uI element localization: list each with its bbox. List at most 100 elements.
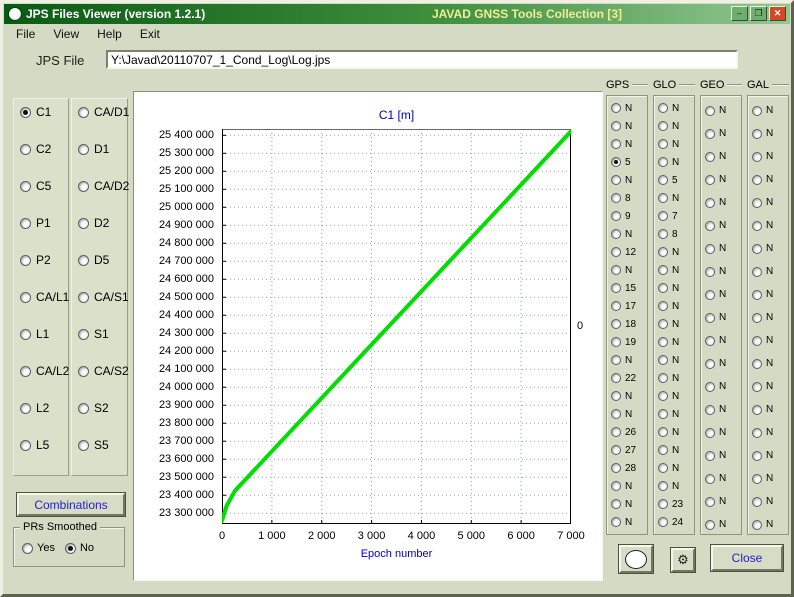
gps-satellite-option[interactable]: 17 [607,297,647,315]
gal-satellite-option[interactable]: N [748,513,788,536]
gps-satellite-option[interactable]: N [607,117,647,135]
glo-satellite-option[interactable]: 7 [654,207,694,225]
gps-satellite-option[interactable]: 22 [607,369,647,387]
gps-satellite-option[interactable]: N [607,261,647,279]
observable-option[interactable]: C1 [20,105,68,142]
glo-satellite-option[interactable]: N [654,405,694,423]
observable-option[interactable]: S5 [78,438,127,475]
close-button[interactable]: Close [711,545,783,571]
observable-option[interactable]: C5 [20,179,68,216]
geo-satellite-option[interactable]: N [701,168,741,191]
gps-satellite-option[interactable]: 5 [607,153,647,171]
observable-option[interactable]: P1 [20,216,68,253]
gps-satellite-option[interactable]: 28 [607,459,647,477]
gps-satellite-option[interactable]: N [607,135,647,153]
geo-satellite-option[interactable]: N [701,444,741,467]
menu-item[interactable]: Exit [132,26,168,43]
gps-satellite-option[interactable]: 15 [607,279,647,297]
glo-satellite-option[interactable]: N [654,369,694,387]
gal-satellite-option[interactable]: N [748,191,788,214]
observable-option[interactable]: P2 [20,253,68,290]
geo-satellite-option[interactable]: N [701,145,741,168]
geo-satellite-option[interactable]: N [701,260,741,283]
observable-option[interactable]: CA/D1 [78,105,127,142]
gps-satellite-option[interactable]: N [607,405,647,423]
gal-satellite-option[interactable]: N [748,375,788,398]
geo-satellite-option[interactable]: N [701,421,741,444]
prs-smoothed-option[interactable]: No [65,542,94,554]
gps-satellite-option[interactable]: 12 [607,243,647,261]
gal-satellite-option[interactable]: N [748,168,788,191]
glo-satellite-option[interactable]: N [654,189,694,207]
geo-satellite-option[interactable]: N [701,122,741,145]
gps-satellite-option[interactable]: N [607,171,647,189]
geo-satellite-option[interactable]: N [701,306,741,329]
gal-satellite-option[interactable]: N [748,352,788,375]
glo-satellite-option[interactable]: N [654,477,694,495]
menu-item[interactable]: View [45,26,87,43]
gps-satellite-option[interactable]: N [607,495,647,513]
geo-satellite-option[interactable]: N [701,214,741,237]
observable-option[interactable]: CA/D2 [78,179,127,216]
glo-satellite-option[interactable]: N [654,387,694,405]
glo-satellite-option[interactable]: 5 [654,171,694,189]
observable-option[interactable]: CA/S2 [78,364,127,401]
gps-satellite-option[interactable]: N [607,99,647,117]
geo-satellite-option[interactable]: N [701,283,741,306]
combinations-button[interactable]: Combinations [17,493,125,516]
file-path-input[interactable] [106,50,738,69]
menu-item[interactable]: File [8,26,43,43]
geo-satellite-option[interactable]: N [701,375,741,398]
glo-satellite-option[interactable]: N [654,441,694,459]
glo-satellite-option[interactable]: 24 [654,513,694,531]
geo-satellite-option[interactable]: N [701,99,741,122]
glo-satellite-option[interactable]: N [654,333,694,351]
glo-satellite-option[interactable]: N [654,423,694,441]
gal-satellite-option[interactable]: N [748,444,788,467]
sky-plot-button[interactable] [619,545,653,573]
glo-satellite-option[interactable]: N [654,135,694,153]
gal-satellite-option[interactable]: N [748,490,788,513]
gal-satellite-option[interactable]: N [748,329,788,352]
gps-satellite-option[interactable]: 27 [607,441,647,459]
gps-satellite-option[interactable]: 8 [607,189,647,207]
gps-satellite-option[interactable]: 19 [607,333,647,351]
geo-satellite-option[interactable]: N [701,237,741,260]
gal-satellite-option[interactable]: N [748,99,788,122]
glo-satellite-option[interactable]: N [654,99,694,117]
glo-satellite-option[interactable]: N [654,117,694,135]
geo-satellite-option[interactable]: N [701,490,741,513]
observable-option[interactable]: S2 [78,401,127,438]
settings-button[interactable]: ⚙ [671,548,695,572]
observable-option[interactable]: CA/L2 [20,364,68,401]
geo-satellite-option[interactable]: N [701,513,741,536]
gal-satellite-option[interactable]: N [748,260,788,283]
observable-option[interactable]: L1 [20,327,68,364]
gal-satellite-option[interactable]: N [748,283,788,306]
geo-satellite-option[interactable]: N [701,329,741,352]
observable-option[interactable]: C2 [20,142,68,179]
minimize-button[interactable]: – [731,6,748,21]
gal-satellite-option[interactable]: N [748,122,788,145]
observable-option[interactable]: D5 [78,253,127,290]
glo-satellite-option[interactable]: N [654,153,694,171]
gal-satellite-option[interactable]: N [748,421,788,444]
gps-satellite-option[interactable]: N [607,477,647,495]
gps-satellite-option[interactable]: N [607,351,647,369]
menu-item[interactable]: Help [89,26,130,43]
glo-satellite-option[interactable]: N [654,261,694,279]
gal-satellite-option[interactable]: N [748,398,788,421]
glo-satellite-option[interactable]: N [654,459,694,477]
prs-smoothed-option[interactable]: Yes [22,542,55,554]
gps-satellite-option[interactable]: N [607,513,647,531]
gps-satellite-option[interactable]: 18 [607,315,647,333]
observable-option[interactable]: L2 [20,401,68,438]
gps-satellite-option[interactable]: 26 [607,423,647,441]
geo-satellite-option[interactable]: N [701,352,741,375]
glo-satellite-option[interactable]: N [654,297,694,315]
gps-satellite-option[interactable]: N [607,225,647,243]
maximize-button[interactable]: ❐ [750,6,767,21]
close-window-button[interactable]: ✕ [769,6,786,21]
glo-satellite-option[interactable]: N [654,315,694,333]
observable-option[interactable]: S1 [78,327,127,364]
